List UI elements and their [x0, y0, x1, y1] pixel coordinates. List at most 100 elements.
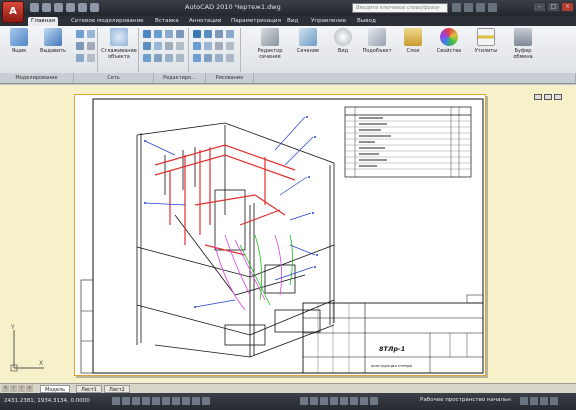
- arc-icon[interactable]: [226, 30, 234, 38]
- otrack-toggle-icon[interactable]: [162, 397, 170, 405]
- line-icon[interactable]: [193, 30, 201, 38]
- first-tab-icon[interactable]: «: [2, 385, 9, 392]
- polar-toggle-icon[interactable]: [142, 397, 150, 405]
- hardware-acceleration-icon[interactable]: [530, 397, 538, 405]
- panel-label-modeling[interactable]: Моделирование: [0, 73, 74, 83]
- showmotion-icon[interactable]: [360, 397, 368, 405]
- lwt-toggle-icon[interactable]: [192, 397, 200, 405]
- plot-icon[interactable]: [90, 3, 99, 12]
- drawing-sheet[interactable]: 8ТЛр-1 конструкция стенда: [74, 94, 486, 376]
- dyn-toggle-icon[interactable]: [182, 397, 190, 405]
- slice-icon[interactable]: [176, 30, 184, 38]
- shell-icon[interactable]: [154, 42, 162, 50]
- sphere-icon[interactable]: [76, 30, 84, 38]
- minimize-viewport-icon[interactable]: [534, 94, 542, 100]
- copy-icon[interactable]: [215, 54, 223, 62]
- clean-icon[interactable]: [176, 54, 184, 62]
- undo-icon[interactable]: [66, 3, 75, 12]
- view-button[interactable]: Вид: [330, 28, 356, 54]
- snap-toggle-icon[interactable]: [112, 397, 120, 405]
- annotation-scale-icon[interactable]: [370, 397, 378, 405]
- tab-layout2[interactable]: Лист2: [104, 385, 130, 393]
- ellipse-icon[interactable]: [204, 42, 212, 50]
- search-icon[interactable]: [452, 3, 461, 12]
- isolate-objects-icon[interactable]: [540, 397, 548, 405]
- move-icon[interactable]: [193, 54, 201, 62]
- next-tab-icon[interactable]: ›: [18, 385, 25, 392]
- help-icon[interactable]: [488, 3, 497, 12]
- polyline-icon[interactable]: [204, 30, 212, 38]
- workspace-switch[interactable]: Рабочее пространство начальн: [420, 397, 511, 403]
- subobject-button[interactable]: Подобъект: [362, 28, 392, 54]
- ducs-toggle-icon[interactable]: [172, 397, 180, 405]
- cone-icon[interactable]: [76, 42, 84, 50]
- utilities-button[interactable]: Утилиты: [472, 28, 500, 54]
- fillet-icon[interactable]: [143, 42, 151, 50]
- panel-label-edit[interactable]: Редактиро...: [154, 73, 206, 83]
- coordinate-readout[interactable]: 2431.2381, 1934.3134, 0.0000: [4, 398, 90, 404]
- box-button[interactable]: Ящик: [6, 28, 32, 54]
- zoom-icon[interactable]: [340, 397, 348, 405]
- ortho-toggle-icon[interactable]: [132, 397, 140, 405]
- mirror-icon[interactable]: [226, 54, 234, 62]
- steeringwheel-icon[interactable]: [350, 397, 358, 405]
- clean-screen-icon[interactable]: [550, 397, 558, 405]
- application-menu-button[interactable]: A: [2, 1, 24, 23]
- grid-toggle-icon[interactable]: [122, 397, 130, 405]
- wedge-icon[interactable]: [87, 42, 95, 50]
- circle-icon[interactable]: [215, 30, 223, 38]
- panel-label-draw[interactable]: Рисование: [206, 73, 254, 83]
- section-editor-button[interactable]: Редактор сечения: [252, 28, 288, 60]
- clipboard-button[interactable]: Буфер обмена: [508, 28, 538, 60]
- layers-button[interactable]: Слои: [400, 28, 426, 54]
- section-button[interactable]: Сечение: [294, 28, 322, 54]
- torus-icon[interactable]: [76, 54, 84, 62]
- pan-icon[interactable]: [330, 397, 338, 405]
- tab-layout1[interactable]: Лист1: [76, 385, 102, 393]
- communication-icon[interactable]: [464, 3, 473, 12]
- prev-tab-icon[interactable]: ‹: [10, 385, 17, 392]
- rotate-icon[interactable]: [204, 54, 212, 62]
- tab-output[interactable]: Вывод: [354, 17, 379, 26]
- minimize-button[interactable]: –: [533, 2, 546, 12]
- pyramid-icon[interactable]: [87, 54, 95, 62]
- tab-home[interactable]: Главная: [28, 17, 59, 26]
- tab-mesh-modeling[interactable]: Сетевое моделирование: [68, 17, 147, 26]
- spline-icon[interactable]: [226, 42, 234, 50]
- taper-icon[interactable]: [165, 42, 173, 50]
- extract-icon[interactable]: [176, 42, 184, 50]
- imprint-icon[interactable]: [154, 54, 162, 62]
- favorites-icon[interactable]: [476, 3, 485, 12]
- union-icon[interactable]: [143, 30, 151, 38]
- redo-icon[interactable]: [78, 3, 87, 12]
- open-icon[interactable]: [42, 3, 51, 12]
- subtract-icon[interactable]: [154, 30, 162, 38]
- tab-view[interactable]: Вид: [284, 17, 301, 26]
- hatch-icon[interactable]: [215, 42, 223, 50]
- tab-manage[interactable]: Управление: [308, 17, 349, 26]
- smooth-object-button[interactable]: Сглаживание объекта: [100, 28, 138, 60]
- panel-label-mesh[interactable]: Сеть: [74, 73, 154, 83]
- qp-toggle-icon[interactable]: [202, 397, 210, 405]
- search-input[interactable]: Введите ключевое слово/фразу: [352, 3, 448, 13]
- close-button[interactable]: ×: [561, 2, 574, 12]
- restore-viewport-icon[interactable]: [544, 94, 552, 100]
- last-tab-icon[interactable]: »: [26, 385, 33, 392]
- new-icon[interactable]: [30, 3, 39, 12]
- extrude-button[interactable]: Выдавить: [36, 28, 70, 54]
- save-icon[interactable]: [54, 3, 63, 12]
- offset-icon[interactable]: [143, 54, 151, 62]
- intersect-icon[interactable]: [165, 30, 173, 38]
- close-viewport-icon[interactable]: [554, 94, 562, 100]
- quick-view-layouts-icon[interactable]: [310, 397, 318, 405]
- quick-view-drawings-icon[interactable]: [320, 397, 328, 405]
- tab-model[interactable]: Модель: [40, 385, 71, 393]
- cylinder-icon[interactable]: [87, 30, 95, 38]
- osnap-toggle-icon[interactable]: [152, 397, 160, 405]
- lock-icon[interactable]: [520, 397, 528, 405]
- properties-button[interactable]: Свойства: [434, 28, 464, 54]
- maximize-button[interactable]: □: [547, 2, 560, 12]
- tab-insert[interactable]: Вставка: [152, 17, 182, 26]
- tab-parametric[interactable]: Параметризация: [228, 17, 284, 26]
- rectangle-icon[interactable]: [193, 42, 201, 50]
